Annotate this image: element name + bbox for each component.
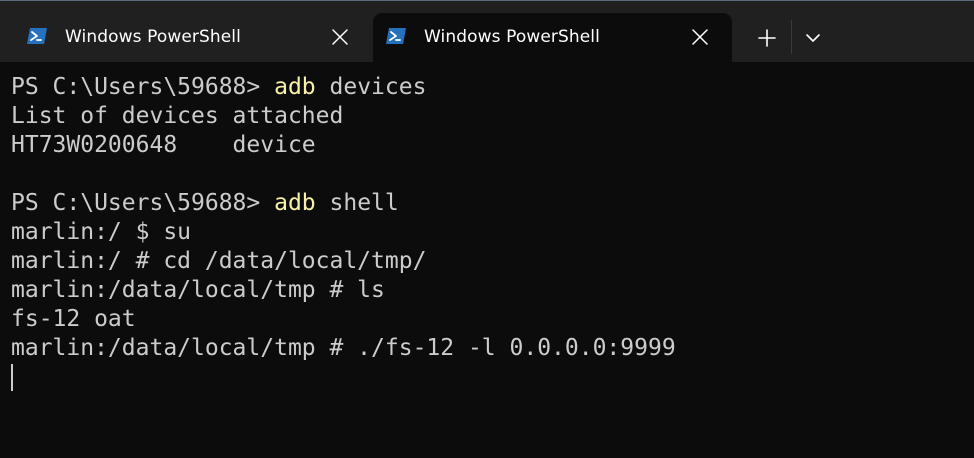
title-bar: Windows PowerShell Windows PowerShell	[0, 0, 974, 63]
terminal-line: marlin:/ # cd /data/local/tmp/	[11, 247, 974, 276]
close-icon[interactable]	[330, 27, 350, 47]
command-name: adb	[274, 190, 316, 216]
command-args: shell	[315, 190, 399, 216]
terminal-line: marlin:/data/local/tmp # ./fs-12 -l 0.0.…	[11, 334, 974, 363]
line-text: marlin:/data/local/tmp # ls	[11, 277, 385, 303]
terminal-line: PS C:\Users\59688> adb shell	[11, 189, 974, 218]
line-text: marlin:/data/local/tmp # ./fs-12 -l 0.0.…	[11, 335, 676, 361]
powershell-icon	[26, 27, 48, 45]
terminal-window: Windows PowerShell Windows PowerShell PS…	[0, 0, 974, 458]
line-text: HT73W0200648 device	[11, 132, 316, 158]
line-text: PS C:\Users\59688>	[11, 190, 275, 216]
command-args: devices	[315, 74, 427, 100]
line-text: marlin:/ $ su	[11, 219, 192, 245]
powershell-icon	[385, 27, 407, 45]
chevron-down-icon	[798, 34, 828, 59]
new-tab-button[interactable]	[750, 21, 784, 55]
tab-powershell-1[interactable]: Windows PowerShell	[14, 13, 370, 63]
terminal-line: marlin:/data/local/tmp # ls	[11, 276, 974, 305]
terminal-output[interactable]: PS C:\Users\59688> adb devices List of de…	[0, 62, 974, 458]
terminal-line: PS C:\Users\59688> adb devices	[11, 73, 974, 102]
terminal-line: List of devices attached	[11, 102, 974, 131]
prompt-line	[11, 363, 974, 392]
terminal-line: fs-12 oat	[11, 305, 974, 334]
tab-title: Windows PowerShell	[424, 27, 600, 47]
terminal-line: marlin:/ $ su	[11, 218, 974, 247]
command-name: adb	[274, 74, 316, 100]
tab-dropdown-button[interactable]	[798, 21, 828, 55]
tab-title: Windows PowerShell	[65, 27, 241, 47]
line-text: fs-12 oat	[11, 306, 136, 332]
line-text: List of devices attached	[11, 103, 344, 129]
terminal-line: HT73W0200648 device	[11, 131, 974, 160]
plus-icon	[750, 29, 784, 59]
toolbar-divider	[791, 20, 792, 54]
line-text: PS C:\Users\59688>	[11, 74, 275, 100]
close-icon[interactable]	[690, 27, 710, 47]
text-cursor	[11, 364, 13, 391]
line-text: marlin:/ # cd /data/local/tmp/	[11, 248, 427, 274]
tab-powershell-2[interactable]: Windows PowerShell	[373, 13, 732, 63]
